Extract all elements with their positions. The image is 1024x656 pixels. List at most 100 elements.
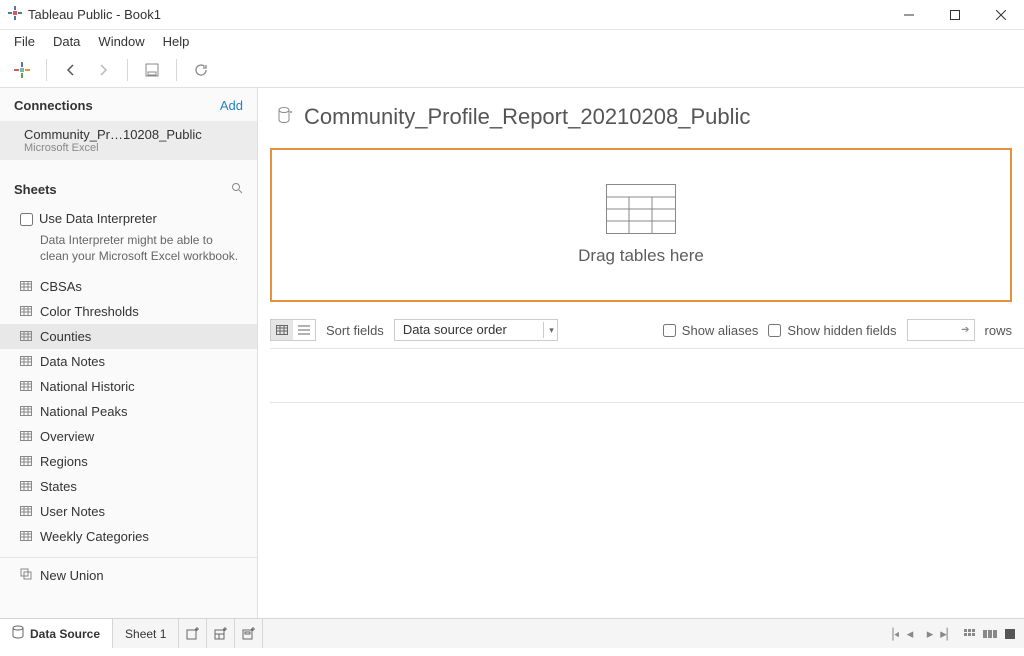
toolbar-divider <box>176 59 177 81</box>
sheet-label: User Notes <box>40 504 105 519</box>
tableau-home-icon[interactable] <box>8 56 36 84</box>
sheet-label: Weekly Categories <box>40 529 149 544</box>
table-placeholder-icon <box>606 184 676 234</box>
sort-fields-label: Sort fields <box>326 323 384 338</box>
title-bar: Tableau Public - Book1 <box>0 0 1024 30</box>
left-panel: Connections Add Community_Pr…10208_Publi… <box>0 88 258 618</box>
connection-item[interactable]: Community_Pr…10208_Public Microsoft Exce… <box>0 121 257 160</box>
data-interpreter-label: Use Data Interpreter <box>39 211 157 226</box>
connection-type: Microsoft Excel <box>24 142 243 154</box>
filmstrip-icon[interactable] <box>982 626 998 642</box>
sheet-label: Overview <box>40 429 94 444</box>
data-interpreter-note: Data Interpreter might be able to clean … <box>0 230 257 274</box>
new-dashboard-button[interactable] <box>207 619 235 648</box>
show-aliases-label: Show aliases <box>682 323 759 338</box>
close-button[interactable] <box>978 0 1024 30</box>
list-view-icon[interactable] <box>293 320 315 340</box>
toolbar-divider <box>46 59 47 81</box>
sheet1-tab[interactable]: Sheet 1 <box>113 619 179 648</box>
title-bar-left: Tableau Public - Book1 <box>8 6 161 23</box>
sort-bar: Sort fields Data source order ▾ Show ali… <box>258 312 1024 348</box>
prev-control-icon[interactable]: ◂ <box>902 626 918 642</box>
toolbar <box>0 52 1024 88</box>
new-union-label: New Union <box>40 568 104 583</box>
data-interpreter-checkbox[interactable] <box>20 213 33 226</box>
window-title: Tableau Public - Book1 <box>28 7 161 22</box>
window-controls <box>886 0 1024 30</box>
sheets-header: Sheets <box>0 172 257 205</box>
grid-view-icon[interactable] <box>271 320 293 340</box>
refresh-button[interactable] <box>187 56 215 84</box>
sheet-item-color-thresholds[interactable]: Color Thresholds <box>0 299 257 324</box>
first-control-icon[interactable]: ⎹◂ <box>882 626 898 642</box>
table-icon <box>20 354 32 369</box>
sheet-label: Counties <box>40 329 91 344</box>
sheet-item-counties[interactable]: Counties <box>0 324 257 349</box>
rows-input[interactable]: ➔ <box>907 319 975 341</box>
sheet-item-regions[interactable]: Regions <box>0 449 257 474</box>
minimize-button[interactable] <box>886 0 932 30</box>
sheet-item-user-notes[interactable]: User Notes <box>0 499 257 524</box>
datasource-header: Community_Profile_Report_20210208_Public <box>258 88 1024 148</box>
sheet-label: Regions <box>40 454 88 469</box>
tableau-logo-icon <box>8 6 22 23</box>
show-hidden-checkbox[interactable] <box>768 324 781 337</box>
sheet-item-data-notes[interactable]: Data Notes <box>0 349 257 374</box>
menu-bar: File Data Window Help <box>0 30 1024 52</box>
menu-window[interactable]: Window <box>90 32 152 51</box>
sheet-item-cbsas[interactable]: CBSAs <box>0 274 257 299</box>
arrow-right-icon: ➔ <box>961 325 969 336</box>
sheet-label: Color Thresholds <box>40 304 139 319</box>
sheet-label: States <box>40 479 77 494</box>
table-icon <box>20 504 32 519</box>
sheets-title: Sheets <box>14 182 57 197</box>
sheet-list: CBSAs Color Thresholds Counties Data Not… <box>0 274 257 618</box>
datasource-tab-icon <box>12 625 24 642</box>
menu-file[interactable]: File <box>6 32 43 51</box>
menu-data[interactable]: Data <box>45 32 88 51</box>
save-button[interactable] <box>138 56 166 84</box>
sort-fields-value: Data source order <box>403 322 507 337</box>
show-hidden-row[interactable]: Show hidden fields <box>768 323 896 338</box>
sheet-item-national-historic[interactable]: National Historic <box>0 374 257 399</box>
chevron-down-icon: ▾ <box>543 322 554 338</box>
data-source-tab-label: Data Source <box>30 627 100 641</box>
datasource-icon <box>278 106 294 129</box>
back-button[interactable] <box>57 56 85 84</box>
table-icon <box>20 304 32 319</box>
maximize-button[interactable] <box>932 0 978 30</box>
data-interpreter-row: Use Data Interpreter <box>0 205 257 230</box>
table-icon <box>20 279 32 294</box>
last-control-icon[interactable]: ▸⎸ <box>942 626 958 642</box>
sheet-item-national-peaks[interactable]: National Peaks <box>0 399 257 424</box>
next-control-icon[interactable]: ▸ <box>922 626 938 642</box>
right-panel: Community_Profile_Report_20210208_Public… <box>258 88 1024 618</box>
new-story-button[interactable] <box>235 619 263 648</box>
datasource-title[interactable]: Community_Profile_Report_20210208_Public <box>304 104 750 130</box>
new-worksheet-button[interactable] <box>179 619 207 648</box>
rows-label: rows <box>985 323 1012 338</box>
show-aliases-row[interactable]: Show aliases <box>663 323 759 338</box>
sheet-label: National Historic <box>40 379 135 394</box>
new-union-button[interactable]: New Union <box>0 557 257 593</box>
forward-button[interactable] <box>89 56 117 84</box>
sheet-item-states[interactable]: States <box>0 474 257 499</box>
sheet-item-weekly-categories[interactable]: Weekly Categories <box>0 524 257 549</box>
search-icon[interactable] <box>231 182 243 197</box>
drag-tables-area[interactable]: Drag tables here <box>270 148 1012 302</box>
sheet-sorter-icon[interactable] <box>1002 626 1018 642</box>
connections-title: Connections <box>14 98 93 113</box>
table-icon <box>20 529 32 544</box>
union-icon <box>20 568 32 583</box>
connections-header: Connections Add <box>0 88 257 121</box>
sheet-label: Data Notes <box>40 354 105 369</box>
show-tabs-icon[interactable] <box>962 626 978 642</box>
table-icon <box>20 404 32 419</box>
menu-help[interactable]: Help <box>155 32 198 51</box>
table-icon <box>20 454 32 469</box>
sort-fields-select[interactable]: Data source order ▾ <box>394 319 558 341</box>
sheet-item-overview[interactable]: Overview <box>0 424 257 449</box>
data-source-tab[interactable]: Data Source <box>0 619 113 648</box>
show-aliases-checkbox[interactable] <box>663 324 676 337</box>
add-connection-link[interactable]: Add <box>220 98 243 113</box>
